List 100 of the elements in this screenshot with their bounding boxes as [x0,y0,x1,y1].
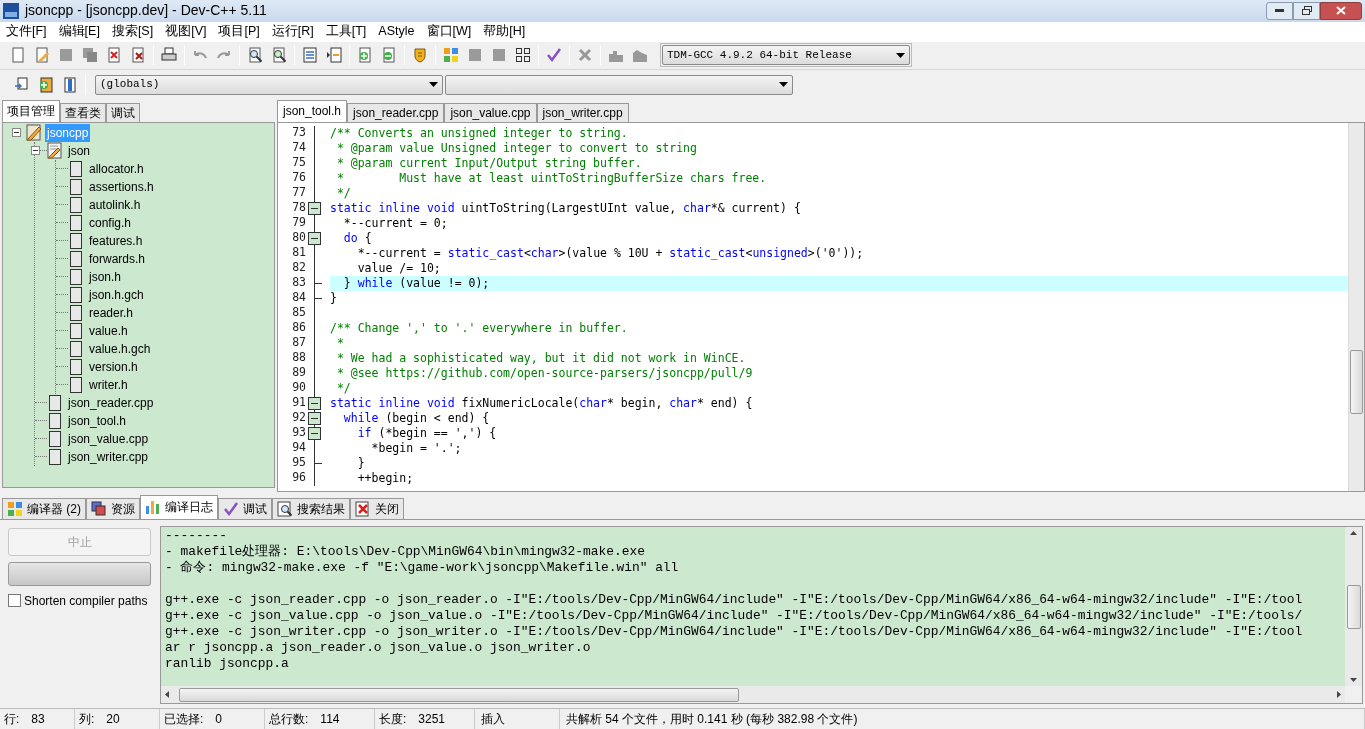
status-value: 114 [320,711,340,729]
code-line: do { [342,230,373,246]
search-icon [277,500,293,517]
tree-item[interactable]: writer.h [87,375,130,394]
app-icon [3,2,19,19]
line-number: 90 [291,379,306,397]
line-number: 94 [291,439,306,457]
maximize-button[interactable] [1293,1,1320,20]
status-label: 总行数: [269,711,309,729]
tab[interactable]: 编译器 (2) [2,497,86,519]
line-number: 95 [291,454,306,472]
tab[interactable]: json_writer.cpp [536,102,629,122]
horizontal-scrollbar[interactable] [161,686,1345,704]
tree-item[interactable]: version.h [87,357,140,376]
tab[interactable]: json_tool.h [277,99,348,122]
line-number: 96 [291,469,306,487]
dropdown-arrow-icon [896,52,905,58]
menu-item[interactable]: 文件[F] [0,22,53,42]
tab[interactable]: 查看类 [60,102,106,122]
tree-item[interactable]: forwards.h [87,249,148,268]
vertical-scrollbar[interactable] [1345,526,1362,687]
tab[interactable]: 调试 [218,497,272,519]
close-button[interactable] [1320,1,1362,20]
tree-item[interactable]: assertions.h [87,177,156,196]
menu-item[interactable]: 视图[V] [159,22,213,42]
tree-item[interactable]: value.h [87,321,130,340]
line-number: 77 [291,184,306,202]
menu-item[interactable]: 帮助[H] [477,22,532,42]
scope-select[interactable]: (globals) [95,74,443,95]
tree-item[interactable]: config.h [87,213,134,232]
tree-item[interactable]: json_tool.h [66,411,129,430]
scroll-left-icon[interactable] [165,691,169,699]
tree-item[interactable]: reader.h [87,303,136,322]
status-value: 20 [106,711,120,729]
tree-item[interactable]: allocator.h [87,159,146,178]
scroll-down-icon[interactable] [1350,678,1357,683]
minimize-icon [1275,9,1284,13]
status-value: 0 [215,711,223,729]
fold-icon[interactable] [308,396,321,410]
tab[interactable]: 资源 [86,497,140,519]
function-select[interactable] [445,74,793,95]
tab[interactable]: json_reader.cpp [347,102,445,122]
scrollbar-thumb[interactable] [1346,584,1361,629]
minimize-button[interactable] [1266,1,1293,20]
menu-item[interactable]: 编辑[E] [52,22,106,42]
compiler-select[interactable]: TDM-GCC 4.9.2 64-bit Release [662,45,910,66]
fold-icon[interactable] [308,426,321,440]
collapse-icon[interactable] [31,145,40,155]
log-line: g++.exe -c json_reader.cpp -o json_reader.o -I"E:/tools/Dev-Cpp/MinGW64/include" -I"E:/tools/Dev-Cpp/MinGW64/x86_64-w64-mingw32/include" -I"E:/tool [165,590,1304,608]
log-line: - 命令: mingw32-make.exe -f "E:\game-work\jsoncpp\Makefile.win" all [165,559,680,576]
scroll-right-icon[interactable] [1337,691,1341,699]
code-line: /** Converts an unsigned integer to string. [330,125,629,141]
code-editor[interactable] [277,121,1365,492]
status-value: 83 [31,711,45,729]
vertical-scrollbar[interactable] [1348,122,1364,491]
scrollbar-thumb[interactable] [179,687,739,702]
tab[interactable]: 项目管理 [2,99,60,122]
tree-item[interactable]: json_writer.cpp [66,447,151,466]
tab[interactable]: 调试 [106,102,140,122]
menu-item[interactable]: 运行[R] [265,22,320,42]
tree-item[interactable]: json.h.gch [87,285,146,304]
tree-item[interactable]: json.h [87,267,124,286]
windows-icon [91,500,107,517]
restore-icon [1301,6,1312,16]
tree-item[interactable]: json_reader.cpp [66,393,156,412]
scrollbar-thumb[interactable] [1350,349,1363,414]
tree-item[interactable]: value.h.gch [87,339,153,358]
line-number: 87 [291,334,306,352]
tab[interactable]: 搜索结果 [272,497,350,519]
line-number: 84 [291,289,306,307]
menu-item[interactable]: 搜索[S] [105,22,160,42]
log-line: ar r jsoncpp.a json_reader.o json_value.o json_writer.o [165,639,592,656]
code-line: *--current = static_cast<char>(value % 10U + static_cast<unsigned>('0')); [356,245,865,261]
menu-item[interactable]: 窗口[W] [420,22,478,42]
fold-icon[interactable] [308,231,321,245]
menu-item[interactable]: 项目[P] [212,22,266,42]
code-line: static inline void fixNumericLocale(char* begin, char* end) { [330,395,754,411]
menu-item[interactable]: 工具[T] [319,22,373,42]
checkbox-label: Shorten compiler paths [24,592,148,610]
code-line: * @see https://github.com/open-source-parsers/jsoncpp/pull/9 [335,365,754,381]
tab[interactable]: 编译日志 [140,494,218,519]
menu-item[interactable]: AStyle [372,22,421,42]
tree-item[interactable]: features.h [87,231,145,250]
line-number: 83 [291,274,306,292]
fold-icon[interactable] [308,411,321,425]
line-number: 73 [291,124,306,142]
tab[interactable]: 关闭 [350,497,404,519]
code-line: *begin = '.'; [370,440,463,456]
tree-item[interactable]: json_value.cpp [66,429,151,448]
tree-item[interactable]: autolink.h [87,195,143,214]
code-line: */ [335,185,352,201]
checkbox[interactable] [8,594,21,608]
scroll-up-icon[interactable] [1350,530,1357,535]
tab[interactable]: json_value.cpp [444,102,537,122]
fold-icon[interactable] [308,201,321,215]
tree-item[interactable]: json [66,141,92,160]
line-number: 75 [291,154,306,172]
collapse-icon[interactable] [12,128,21,138]
line-number: 80 [291,229,306,247]
line-number: 79 [291,214,306,232]
